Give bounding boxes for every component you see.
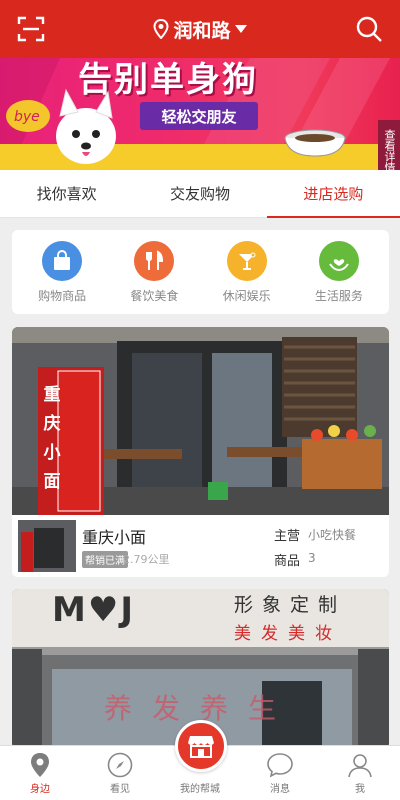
status-badge: 帮销已满 <box>82 551 128 568</box>
nav-discover[interactable]: 看见 <box>80 746 160 800</box>
category-label: 休闲娱乐 <box>222 288 271 303</box>
promo-banner[interactable]: 告别单身狗 轻松交朋友 bye 查看详情 <box>0 58 400 170</box>
shop-thumbnail <box>18 520 76 572</box>
category-shopping[interactable]: 购物商品 <box>22 240 102 304</box>
category-grid: 购物商品 餐饮美食 休闲娱乐 生活服务 <box>12 230 389 314</box>
nav-nearby[interactable]: 身边 <box>0 746 80 800</box>
location-pin-icon <box>31 753 49 777</box>
category-label: 餐饮美食 <box>130 288 179 303</box>
caret-down-icon <box>234 25 247 33</box>
shop-distance: 2.79公里 <box>123 553 170 566</box>
shop-name: 重庆小面 <box>82 528 147 547</box>
hand-heart-icon <box>318 240 359 281</box>
storefront-icon <box>188 736 214 758</box>
category-food[interactable]: 餐饮美食 <box>114 240 194 304</box>
my-city-button[interactable] <box>175 720 227 772</box>
nav-label: 我的帮城 <box>180 784 220 795</box>
bowl-illustration <box>284 129 346 157</box>
dog-illustration: bye <box>6 88 116 164</box>
nav-label: 我 <box>355 784 365 795</box>
category-leisure[interactable]: 休闲娱乐 <box>207 240 287 304</box>
cocktail-icon <box>226 240 267 281</box>
tab-social-shopping[interactable]: 交友购物 <box>133 170 266 217</box>
main-business-value: 小吃快餐 <box>308 528 357 542</box>
search-icon[interactable] <box>352 12 386 46</box>
top-bar: 润和路 <box>0 0 400 58</box>
category-label: 购物商品 <box>38 288 87 303</box>
nav-messages[interactable]: 消息 <box>240 746 320 800</box>
scan-icon[interactable] <box>14 12 48 46</box>
location-selector[interactable]: 润和路 <box>153 16 247 43</box>
shopping-bag-icon <box>42 240 83 281</box>
shop-sign-brand: M♥J <box>52 590 135 630</box>
tab-store-shopping[interactable]: 进店选购 <box>266 170 400 218</box>
user-icon <box>348 754 372 778</box>
shop-card[interactable]: 重庆小面 重庆小面 帮销已满 2.79公里 主营 小吃快餐 商品 3 <box>12 327 389 577</box>
location-pin-icon <box>153 19 169 39</box>
shop-photo <box>12 327 389 515</box>
category-label: 生活服务 <box>314 288 363 303</box>
nav-label: 看见 <box>110 784 130 795</box>
nav-label: 消息 <box>270 784 290 795</box>
fork-knife-icon <box>134 240 175 281</box>
content-tabs: 找你喜欢 交友购物 进店选购 <box>0 170 400 218</box>
view-details-tab[interactable]: 查看详情 <box>378 120 400 170</box>
banner-subtitle: 轻松交朋友 <box>140 102 258 130</box>
nav-me[interactable]: 我 <box>320 746 400 800</box>
shop-sign-line2: 美发美妆 <box>234 624 342 644</box>
shop-sign-line1: 形象定制 <box>234 594 347 616</box>
shop-sign-text: 重庆小面 <box>43 385 61 492</box>
chat-bubble-icon <box>267 753 293 778</box>
goods-label: 商品 <box>274 554 301 569</box>
shop-info: 重庆小面 帮销已满 2.79公里 主营 小吃快餐 商品 3 <box>12 515 389 577</box>
location-label: 润和路 <box>173 19 231 42</box>
goods-count: 3 <box>308 551 316 565</box>
nav-label: 身边 <box>30 784 50 795</box>
main-business-label: 主营 <box>274 529 301 544</box>
compass-icon <box>107 752 133 778</box>
category-services[interactable]: 生活服务 <box>299 240 379 304</box>
bye-text: bye <box>14 109 40 125</box>
tab-find-likes[interactable]: 找你喜欢 <box>0 170 133 217</box>
